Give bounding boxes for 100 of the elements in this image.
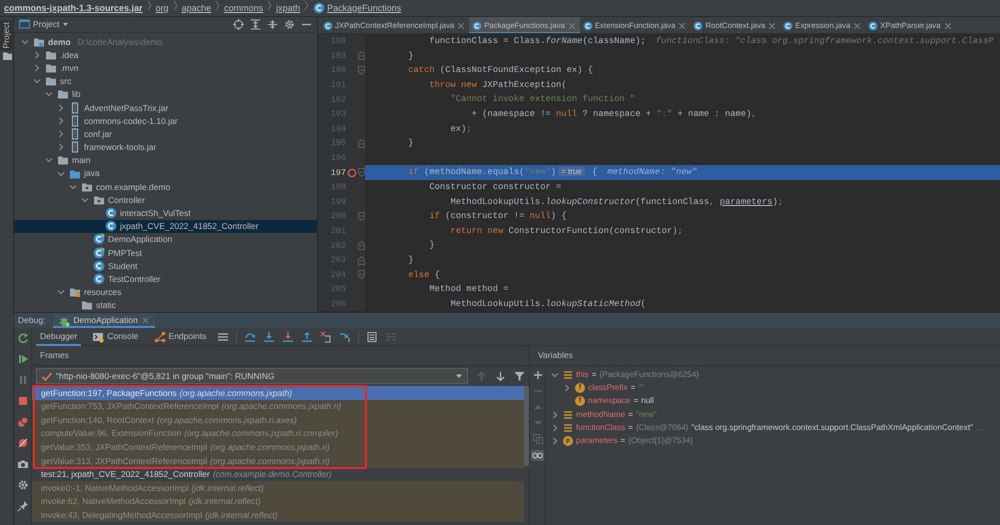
thread-dropdown[interactable]: "http-nio-8080-exec-6"@5,821 in group "main": RUNNING [36,368,468,384]
fold-icon[interactable] [358,256,364,265]
panel-title-dropdown[interactable]: Project [19,19,70,30]
tree-item[interactable]: Student [14,259,317,272]
tree-item[interactable]: lib [14,88,317,101]
add-icon[interactable] [532,370,542,380]
jar-icon [69,141,81,154]
chevron-right-icon[interactable] [550,436,560,446]
breakpoints-icon[interactable] [16,416,28,428]
tree-item[interactable]: .idea [14,48,317,62]
fold-icon[interactable] [358,241,364,250]
collapse-all-icon[interactable] [267,18,278,30]
tree-item[interactable]: PMPTest [14,246,317,260]
tree-item[interactable]: conf.jar [14,127,317,141]
tree-item[interactable]: .mvn [14,61,317,75]
close-icon[interactable] [852,20,862,30]
variable-row[interactable]: functionClass = {Class@7064} "class org.springframework.context.support.ClassPathXmlApplicationContext" ... [546,421,1000,435]
breadcrumb-item[interactable]: commons-jxpath-1.3-sources.jar [4,0,143,16]
glasses-icon[interactable] [531,450,544,461]
scrollbar-thumb[interactable] [524,386,529,466]
close-icon[interactable] [677,20,688,30]
tree-item[interactable]: jxpath_CVE_2022_41852_Controller [14,220,317,233]
tree-item[interactable]: static [14,298,317,312]
settings-icon[interactable] [284,18,295,30]
breadcrumb-item[interactable]: commons [224,0,264,16]
filter-icon[interactable] [514,370,525,382]
tool-window-tab[interactable]: Project [0,20,13,50]
tree-item[interactable]: java [14,166,317,180]
breadcrumb-item[interactable]: org [156,0,169,16]
close-icon[interactable] [456,20,466,30]
fold-icon[interactable] [358,66,364,75]
stack-frame[interactable]: getFunction:197, PackageFunctions (org.apache.commons.jxpath) [32,386,524,400]
tree-item[interactable]: resources [14,286,317,299]
tree-item[interactable]: DemoApplication [14,232,317,246]
menu-icon[interactable] [217,330,230,342]
class-icon [93,260,105,272]
expand-all-icon[interactable] [250,18,261,30]
variable-row[interactable]: this = {PackageFunctions@6254} [546,368,1000,382]
drop-frame-icon[interactable] [320,330,332,342]
chevron-right-icon[interactable] [562,383,572,394]
run-to-cursor-icon[interactable] [339,330,352,342]
breakpoint-icon[interactable] [346,168,356,178]
fold-icon[interactable] [358,138,364,148]
copy-icon[interactable] [532,434,542,444]
panel-tab[interactable]: Endpoints [150,328,210,346]
breadcrumb-item[interactable]: PackageFunctions [313,0,402,16]
chevron-right-icon[interactable] [56,116,66,126]
tree-item[interactable]: src [14,74,317,88]
tree-item[interactable]: TestController [14,272,317,286]
chevron-right-icon[interactable] [32,50,42,60]
tree-item[interactable]: AdventNetPassTrix.jar [14,101,317,114]
close-icon[interactable] [942,20,953,30]
close-icon[interactable] [140,316,150,325]
tree-item[interactable]: Controller [14,193,317,206]
breadcrumb-item[interactable]: jxpath [276,0,300,16]
panel-tab[interactable]: Debugger [36,328,82,346]
panel-tab[interactable]: Console [88,328,143,346]
chevron-right-icon[interactable] [32,63,42,74]
line-number: 197 [330,168,346,178]
chevron-right-icon[interactable] [550,410,560,420]
rerun-icon[interactable] [16,332,28,344]
step-over-icon[interactable] [244,330,256,342]
chevron-icon [303,0,310,11]
chevron-right-icon[interactable] [56,102,66,113]
fold-icon[interactable] [358,270,364,280]
console-icon [92,330,104,342]
pin-icon[interactable] [16,500,28,512]
tree-item[interactable]: main [14,154,317,167]
chevron-right-icon[interactable] [56,128,66,139]
tree-item[interactable]: commons-codec-1.10.jar [14,114,317,128]
down-icon[interactable] [532,418,542,428]
camera-icon[interactable] [16,458,28,470]
resume-icon[interactable] [16,353,28,365]
force-step-into-icon[interactable] [282,330,294,342]
tree-item[interactable]: interactSh_VulTest [14,206,317,220]
step-out-icon[interactable] [301,330,314,342]
tree-item[interactable]: demo D:\codeAnalysis\demo [14,35,317,48]
tree-item[interactable]: framework-tools.jar [14,140,317,154]
trace-icon[interactable] [385,330,398,342]
stop-icon[interactable] [16,395,28,407]
chevron-right-icon[interactable] [56,142,66,152]
mute-breakpoints-icon[interactable] [16,437,28,449]
close-icon[interactable] [566,20,577,30]
up-icon[interactable] [532,402,542,412]
locate-icon[interactable] [233,18,244,30]
chevron-right-icon[interactable] [550,422,560,433]
up-arrow-icon[interactable] [476,370,487,382]
session-tab[interactable]: DemoApplication [53,313,155,328]
fold-icon[interactable] [358,51,364,60]
close-icon[interactable] [767,20,778,30]
step-into-icon[interactable] [263,330,276,342]
fold-icon[interactable] [358,212,364,221]
calculator-icon[interactable] [366,330,378,342]
breadcrumb-item[interactable]: apache [182,0,212,16]
variable-row[interactable]: methodName = "new" [546,408,1000,422]
tree-item[interactable]: com.example.demo [14,180,317,194]
down-arrow-icon[interactable] [495,370,506,382]
settings-icon[interactable] [16,479,28,491]
fold-icon[interactable] [358,168,364,178]
code-line: Constructor constructor = [428,182,562,192]
